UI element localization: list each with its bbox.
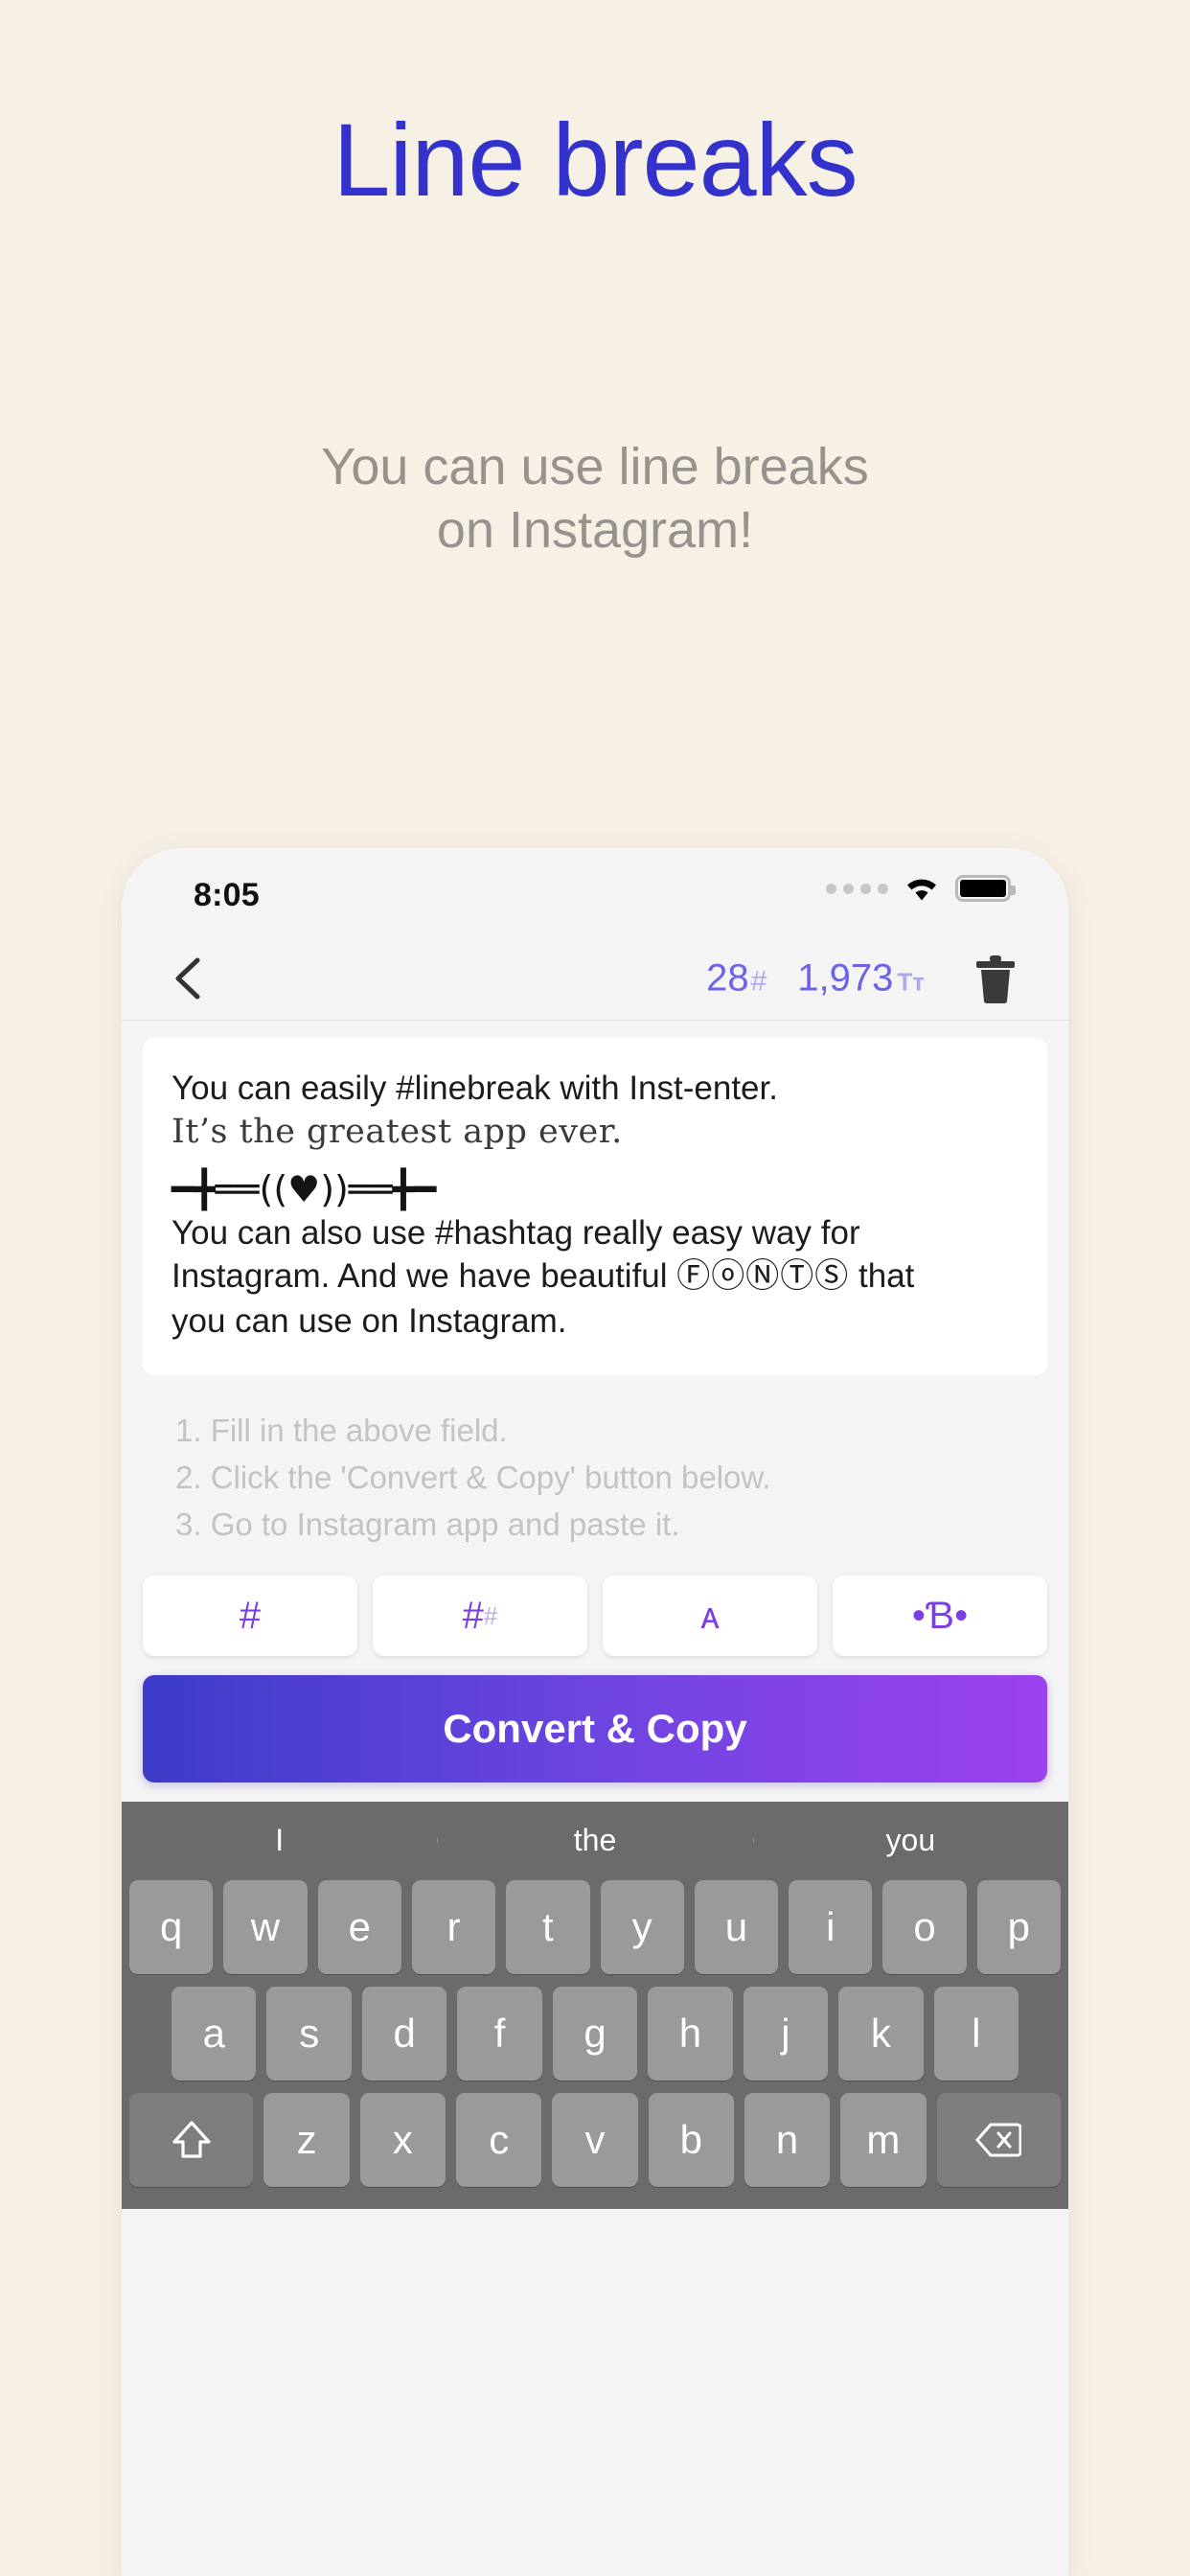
- key-v[interactable]: v: [552, 2092, 638, 2187]
- editor-line-4: You can also use #hashtag really easy wa…: [172, 1213, 860, 1252]
- character-counter-value: 1,973: [797, 956, 894, 999]
- prediction-bar: I the you: [122, 1802, 1068, 1880]
- hashtag-counter-suffix: #: [750, 965, 767, 997]
- key-w[interactable]: w: [223, 1879, 308, 1974]
- status-bar: 8:05: [122, 848, 1068, 936]
- prediction-item[interactable]: I: [122, 1823, 437, 1858]
- keyboard-row-top: q w e r t y u i o p: [122, 1879, 1068, 1974]
- editor-line-2: It’s the greatest app ever.: [172, 1112, 623, 1151]
- key-l[interactable]: l: [933, 1986, 1018, 2081]
- counters: 28# 1,973 Tт: [706, 956, 925, 1000]
- app-body: You can easily #linebreak with Inst-ente…: [122, 1021, 1068, 1549]
- key-o[interactable]: o: [882, 1879, 967, 1974]
- key-j[interactable]: j: [743, 1986, 829, 2081]
- phone-mockup: 8:05 28# 1,973 Tт You can easily #linebr…: [122, 848, 1068, 2576]
- backspace-key[interactable]: [936, 2092, 1062, 2187]
- key-x[interactable]: x: [359, 2092, 446, 2187]
- key-y[interactable]: y: [600, 1879, 684, 1974]
- key-i[interactable]: i: [789, 1879, 873, 1974]
- editor-decoration-line: ━╋══((♥))══╋━: [172, 1168, 437, 1210]
- page-title: Line breaks: [332, 102, 858, 218]
- hashtag-small-button[interactable]: # #: [373, 1575, 587, 1656]
- editor-line-1: You can easily #linebreak with Inst-ente…: [172, 1070, 778, 1107]
- key-n[interactable]: n: [744, 2092, 831, 2187]
- hashtag-small-icon: #: [483, 1600, 498, 1630]
- trash-icon[interactable]: [973, 952, 1018, 1005]
- hashtag-counter[interactable]: 28#: [706, 956, 767, 1000]
- back-button[interactable]: [168, 954, 212, 1002]
- decoration-icon: •Ɓ•: [911, 1594, 969, 1637]
- instructions-list: 1. Fill in the above field. 2. Click the…: [143, 1375, 1047, 1548]
- page-subtitle-line-1: You can use line breaks: [321, 438, 869, 495]
- instruction-item: 1. Fill in the above field.: [175, 1413, 508, 1449]
- editor-line-5-post: that: [849, 1257, 915, 1296]
- key-e[interactable]: e: [317, 1879, 401, 1974]
- key-g[interactable]: g: [552, 1986, 638, 2081]
- character-counter-suffix: Tт: [897, 967, 925, 996]
- key-r[interactable]: r: [411, 1879, 496, 1974]
- key-q[interactable]: q: [129, 1879, 214, 1974]
- key-d[interactable]: d: [361, 1986, 447, 2081]
- key-t[interactable]: t: [506, 1879, 590, 1974]
- promo-screenshot: Line breaks You can use line breaks on I…: [0, 0, 1190, 2576]
- status-time: 8:05: [194, 877, 260, 913]
- convert-and-copy-button[interactable]: Convert & Copy: [143, 1674, 1047, 1782]
- keyboard-row-bottom: z x c v b n m: [122, 2092, 1068, 2187]
- on-screen-keyboard: I the you q w e r t y u i o p a s d f g …: [122, 1801, 1068, 2209]
- key-a[interactable]: a: [172, 1986, 257, 2081]
- page-subtitle-line-2: on Instagram!: [436, 500, 754, 559]
- key-c[interactable]: c: [456, 2092, 542, 2187]
- key-b[interactable]: b: [648, 2092, 734, 2187]
- key-f[interactable]: f: [457, 1986, 542, 2081]
- key-h[interactable]: h: [648, 1986, 733, 2081]
- key-s[interactable]: s: [266, 1986, 352, 2081]
- decoration-button[interactable]: •Ɓ•: [833, 1575, 1047, 1656]
- instruction-item: 2. Click the 'Convert & Copy' button bel…: [175, 1460, 771, 1496]
- font-a-icon: ᴀ: [700, 1594, 720, 1637]
- prediction-item[interactable]: you: [752, 1823, 1068, 1858]
- editor-line-5: Instagram. And we have beautiful ⒻⓞⓃⓉⓈ t…: [172, 1254, 1018, 1300]
- key-p[interactable]: p: [976, 1879, 1061, 1974]
- editor-blank-line: [172, 1154, 1018, 1169]
- key-z[interactable]: z: [263, 2092, 350, 2187]
- app-nav-bar: 28# 1,973 Tт: [122, 936, 1068, 1021]
- keyboard-row-middle: a s d f g h j k l: [122, 1986, 1068, 2081]
- character-counter[interactable]: 1,973 Tт: [797, 956, 925, 1000]
- page-subtitle: You can use line breaks on Instagram!: [0, 436, 1190, 563]
- hashtag-icon: #: [462, 1594, 484, 1637]
- tool-button-row: # # # ᴀ •Ɓ•: [122, 1549, 1068, 1656]
- prediction-item[interactable]: the: [437, 1823, 752, 1858]
- hashtag-counter-value: 28: [706, 956, 749, 999]
- editor-line-5-pre: Instagram. And we have beautiful: [172, 1257, 677, 1296]
- wifi-icon: [904, 875, 940, 902]
- editor-line-6: you can use on Instagram.: [172, 1301, 567, 1340]
- hashtag-button[interactable]: #: [143, 1575, 357, 1656]
- text-editor-field[interactable]: You can easily #linebreak with Inst-ente…: [143, 1038, 1047, 1376]
- fancy-font-button[interactable]: ᴀ: [603, 1575, 817, 1656]
- key-k[interactable]: k: [838, 1986, 924, 2081]
- shift-key[interactable]: [129, 2092, 254, 2187]
- key-m[interactable]: m: [840, 2092, 927, 2187]
- signal-dots-icon: [826, 883, 888, 894]
- key-u[interactable]: u: [694, 1879, 779, 1974]
- battery-full-icon: [955, 875, 1016, 902]
- bubble-fonts-text: ⒻⓞⓃⓉⓈ: [676, 1257, 850, 1297]
- instruction-item: 3. Go to Instagram app and paste it.: [175, 1506, 680, 1542]
- hashtag-icon: #: [239, 1594, 262, 1637]
- status-indicators: [826, 875, 1016, 902]
